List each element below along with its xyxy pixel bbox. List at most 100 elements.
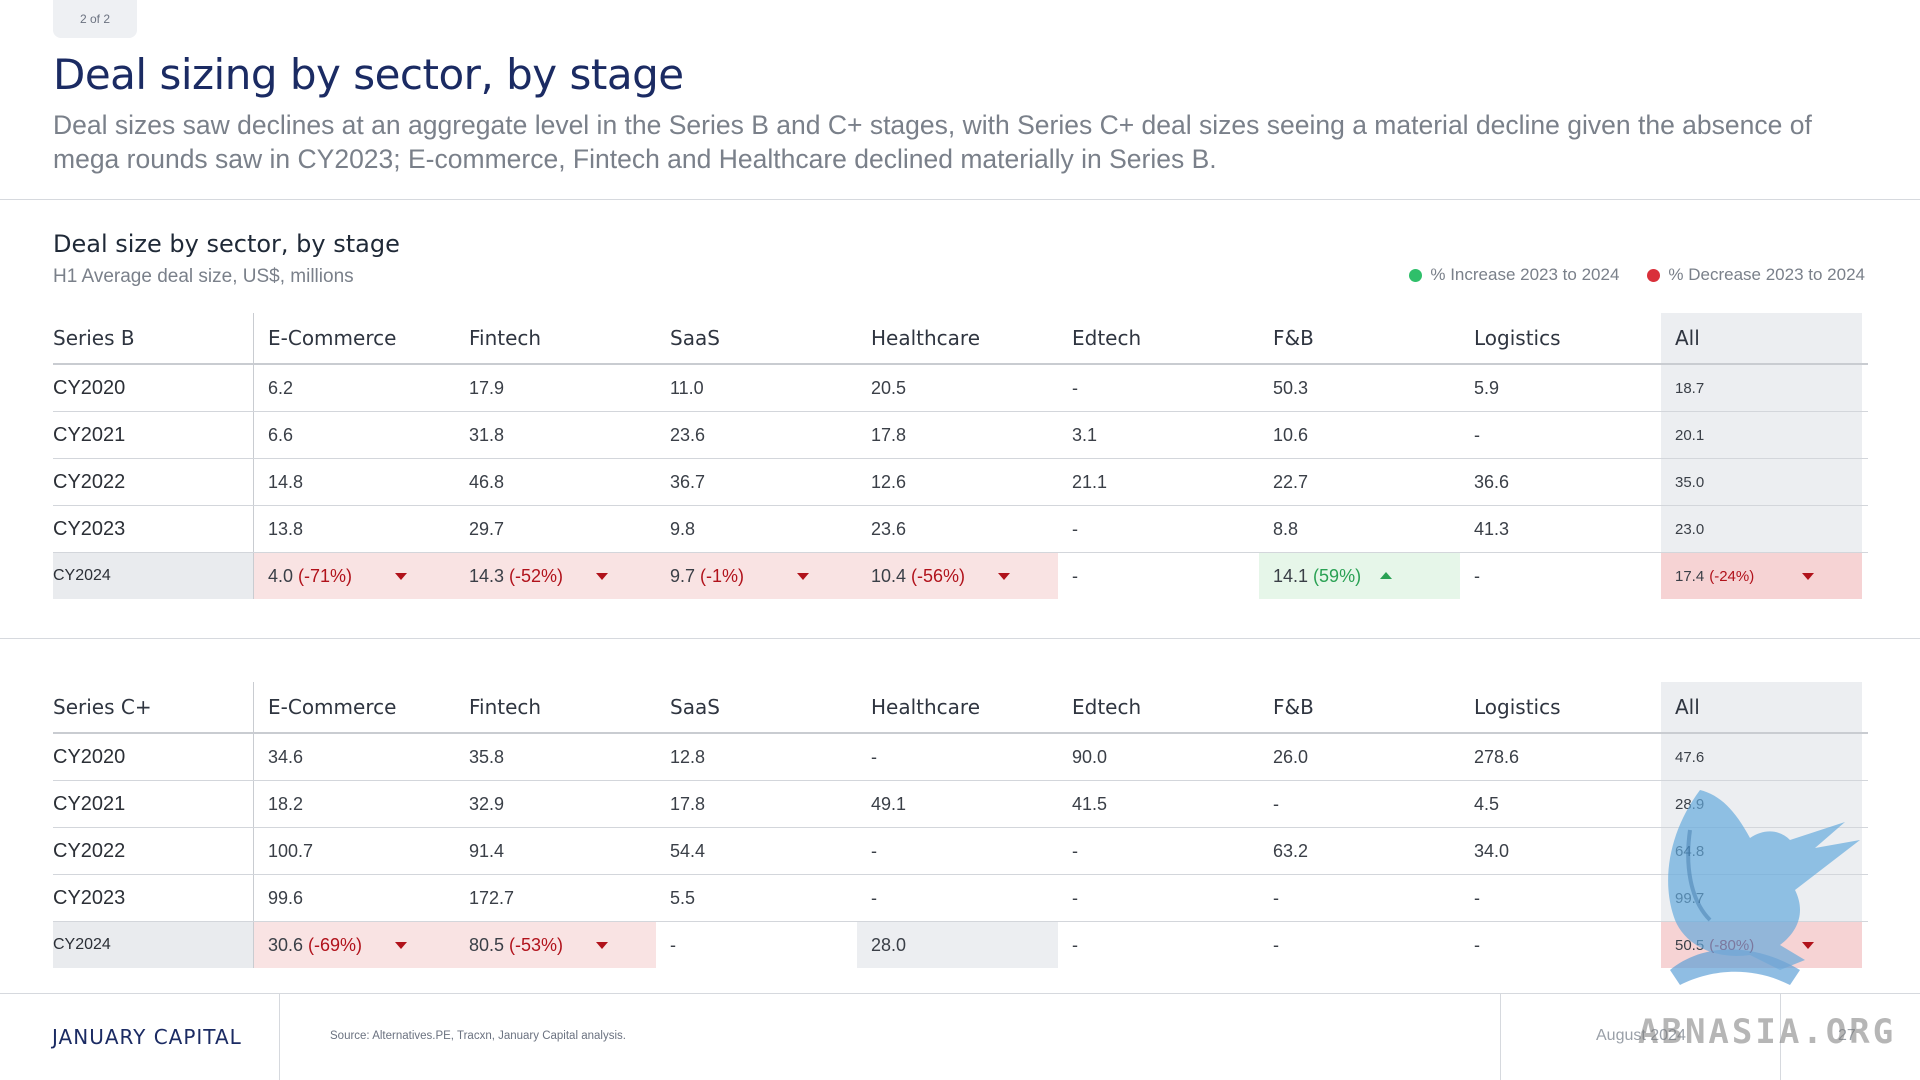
value-cell: 17.9 xyxy=(469,377,505,398)
value-cell-2024: 28.0 xyxy=(857,922,1058,968)
change-percent: (-1%) xyxy=(700,565,745,586)
value-cell: 3.1 xyxy=(1072,424,1098,445)
value-cell-2024: - xyxy=(1058,922,1259,968)
value-cell: 6.2 xyxy=(268,377,294,398)
value-text: 10.4 xyxy=(871,565,907,586)
value-cell: 29.7 xyxy=(469,518,505,539)
value-text: 9.7 xyxy=(670,565,696,586)
increase-dot-icon xyxy=(1409,268,1423,282)
table-row: CY202399.6172.75.5----99.7 xyxy=(53,875,1868,922)
griffin-logo-icon xyxy=(1668,790,1860,985)
value-cell: 31.8 xyxy=(469,424,505,445)
change-percent: (-71%) xyxy=(298,565,353,586)
value-cell: 20.5 xyxy=(871,377,907,398)
value-text: - xyxy=(1474,565,1480,586)
table-row: CY2020 34.6 35.8 12.8-90.0 26.0 278.6 47.6 xyxy=(53,734,1868,781)
table-header-row: Series B E-Commerce Fintech SaaS Healthcare E… xyxy=(53,313,1868,365)
value-cell: 50.3 xyxy=(1273,377,1309,398)
page-title: Deal sizing by sector, by stage xyxy=(53,50,684,99)
year-label: CY2024 xyxy=(53,922,254,968)
value-cell-2024: 17.4 (-24%) xyxy=(1661,553,1862,599)
legend-increase-label: % Increase 2023 to 2024 xyxy=(1430,265,1620,284)
value-cell: 99.6 xyxy=(268,887,304,908)
value-cell: - xyxy=(1072,518,1078,539)
year-label: CY2022 xyxy=(53,828,254,874)
stage-label: Series B xyxy=(53,313,254,363)
year-label: CY2023 xyxy=(53,875,254,921)
change-percent: (-56%) xyxy=(911,565,966,586)
value-cell: 41.3 xyxy=(1474,518,1510,539)
change-percent: (-53%) xyxy=(509,934,564,955)
source-note: Source: Alternatives.PE, Tracxn, January… xyxy=(330,1030,626,1042)
value-cell: - xyxy=(871,746,877,767)
value-cell: 5.5 xyxy=(670,887,696,908)
value-cell-2024: 10.4 (-56%) xyxy=(857,553,1058,599)
value-cell-2024: - xyxy=(1259,922,1460,968)
value-cell-2024: 9.7 (-1%) xyxy=(656,553,857,599)
footer-separator xyxy=(279,993,280,1080)
column-header: Fintech xyxy=(469,326,542,350)
value-cell: - xyxy=(1273,793,1279,814)
triangle-down-icon xyxy=(395,942,407,949)
value-cell: 36.6 xyxy=(1474,471,1510,492)
triangle-down-icon xyxy=(596,942,608,949)
value-cell: - xyxy=(871,840,877,861)
value-cell: 17.8 xyxy=(670,793,706,814)
page-subtitle: Deal sizes saw declines at an aggregate … xyxy=(53,110,1812,174)
change-percent: (59%) xyxy=(1313,565,1362,586)
value-cell-2024: 4.0 (-71%) xyxy=(254,553,455,599)
triangle-down-icon xyxy=(1802,573,1814,580)
value-cell: 90.0 xyxy=(1072,746,1108,767)
value-cell-2024: 80.5 (-53%) xyxy=(455,922,656,968)
column-header: Edtech xyxy=(1072,326,1142,350)
year-label: CY2021 xyxy=(53,781,254,827)
table-row: CY2023 13.8 29.7 9.8 23.6 - 8.8 41.3 23.0 xyxy=(53,506,1868,553)
column-header: Healthcare xyxy=(871,326,981,350)
value-cell: - xyxy=(1072,887,1078,908)
column-header: Edtech xyxy=(1072,695,1142,719)
value-cell: 46.8 xyxy=(469,471,505,492)
value-cell: 12.8 xyxy=(670,746,706,767)
legend: % Increase 2023 to 2024 % Decrease 2023 … xyxy=(1409,265,1865,285)
column-header: All xyxy=(1661,313,1862,363)
value-cell: 49.1 xyxy=(871,793,907,814)
value-cell: - xyxy=(871,887,877,908)
column-header: Fintech xyxy=(469,695,542,719)
value-cell: 23.6 xyxy=(670,424,706,445)
value-text: 28.0 xyxy=(871,934,907,955)
value-cell: 100.7 xyxy=(268,840,314,861)
value-cell-2024: - xyxy=(1460,553,1661,599)
column-header: Logistics xyxy=(1474,326,1561,350)
value-cell-2024: 14.3 (-52%) xyxy=(455,553,656,599)
value-text: 80.5 xyxy=(469,934,505,955)
value-cell: 10.6 xyxy=(1273,424,1309,445)
section-subtitle: H1 Average deal size, US$, millions xyxy=(53,266,354,287)
legend-decrease-label: % Decrease 2023 to 2024 xyxy=(1668,265,1865,284)
value-cell: - xyxy=(1273,887,1279,908)
value-cell: 14.8 xyxy=(268,471,304,492)
table-row: CY2022100.791.454.4--63.234.064.8 xyxy=(53,828,1868,875)
decrease-dot-icon xyxy=(1647,268,1661,282)
legend-decrease: % Decrease 2023 to 2024 xyxy=(1647,265,1865,285)
value-cell: 17.8 xyxy=(871,424,907,445)
value-cell: 18.7 xyxy=(1661,365,1862,411)
value-cell-2024: - xyxy=(1058,553,1259,599)
value-cell: - xyxy=(1474,424,1480,445)
table-row: CY2021 18.2 32.9 17.8 49.1 41.5-4.5 28.9 xyxy=(53,781,1868,828)
value-cell: 12.6 xyxy=(871,471,907,492)
column-header: Logistics xyxy=(1474,695,1561,719)
value-cell-2024: 14.1 (59%) xyxy=(1259,553,1460,599)
change-percent: (-52%) xyxy=(509,565,564,586)
year-label: CY2021 xyxy=(53,412,254,458)
header-divider xyxy=(0,199,1920,200)
series-c-table: Series C+ E-Commerce Fintech SaaS Healthcare… xyxy=(53,682,1868,968)
year-label: CY2020 xyxy=(53,365,254,411)
value-cell: 9.8 xyxy=(670,518,696,539)
value-cell-2024: 30.6 (-69%) xyxy=(254,922,455,968)
value-cell: 6.6 xyxy=(268,424,294,445)
value-cell: 8.8 xyxy=(1273,518,1299,539)
value-text: - xyxy=(1273,934,1279,955)
value-cell: 32.9 xyxy=(469,793,505,814)
value-cell: 35.0 xyxy=(1661,459,1862,505)
value-text: - xyxy=(1072,934,1078,955)
